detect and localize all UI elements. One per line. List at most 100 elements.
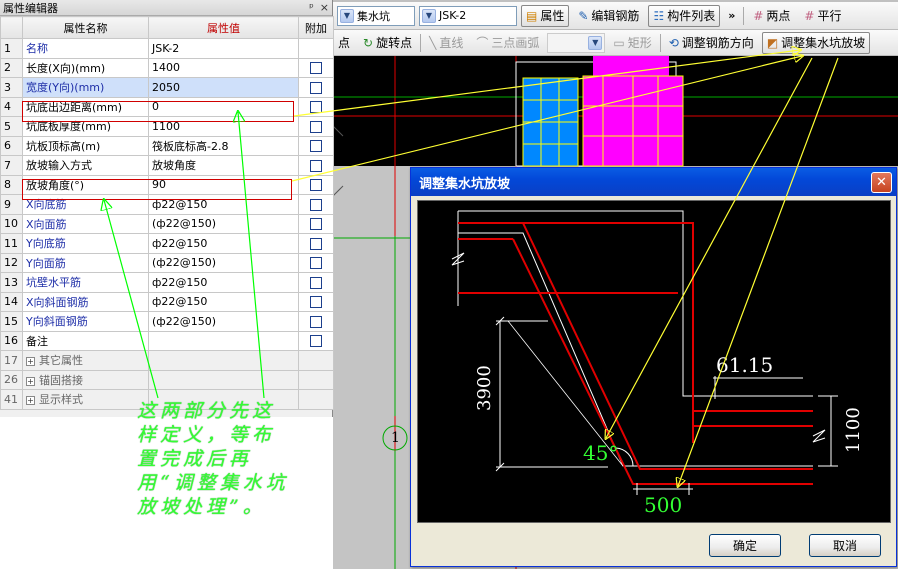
property-row[interactable]: 5 坑底板厚度(mm) 1100 [0, 116, 334, 137]
property-value[interactable]: 放坡角度 [148, 155, 299, 176]
property-value[interactable]: ф22@150 [148, 291, 299, 312]
edit-rebar-button[interactable]: ✎ 编辑钢筋 [573, 5, 644, 27]
attach-checkbox[interactable] [310, 120, 322, 133]
property-row[interactable]: 13 坑壁水平筋 ф22@150 [0, 272, 334, 293]
property-row[interactable]: 15 Y向斜面钢筋 (ф22@150) [0, 311, 334, 332]
property-row[interactable]: 4 坑底出边距离(mm) 0 [0, 96, 334, 117]
list-icon: ☷ [653, 8, 665, 23]
property-row[interactable]: 7 放坡输入方式 放坡角度 [0, 155, 334, 176]
component-name-select[interactable]: ▼ JSK-2 [419, 5, 517, 26]
direction-icon: ⟲ [668, 35, 679, 50]
draw-mode-select[interactable]: ▼ [547, 32, 606, 53]
property-row[interactable]: 16 备注 [0, 330, 334, 351]
attach-checkbox[interactable] [310, 218, 322, 231]
close-icon[interactable]: × [320, 1, 329, 14]
rectangle-button[interactable]: ▭ 矩形 [608, 32, 656, 54]
property-value[interactable]: JSK-2 [148, 38, 299, 59]
slope-section-drawing [451, 210, 838, 495]
property-row[interactable]: 8 放坡角度(°) 90 [0, 174, 334, 195]
attach-cell [298, 116, 334, 137]
property-name: 放坡输入方式 [22, 155, 149, 176]
adjust-pit-slope-button[interactable]: ◩ 调整集水坑放坡 [761, 31, 871, 54]
property-value[interactable]: 90 [148, 174, 299, 195]
adjust-rebar-direction-button[interactable]: ⟲ 调整钢筋方向 [664, 32, 759, 54]
attach-checkbox[interactable] [310, 101, 322, 114]
pin-icon[interactable]: ᵖ [309, 1, 314, 14]
property-row[interactable]: 10 X向面筋 (ф22@150) [0, 213, 334, 234]
component-list-button[interactable]: ☷ 构件列表 [648, 4, 721, 27]
property-value[interactable]: (ф22@150) [148, 252, 299, 273]
property-row[interactable]: 14 X向斜面钢筋 ф22@150 [0, 291, 334, 312]
property-name: 长度(X向)(mm) [22, 57, 149, 78]
property-row[interactable]: 2 长度(X向)(mm) 1400 [0, 57, 334, 78]
attach-checkbox[interactable] [310, 62, 322, 75]
property-value[interactable]: ф22@150 [148, 272, 299, 293]
row-number: 1 [0, 38, 23, 59]
property-row[interactable]: 9 X向底筋 ф22@150 [0, 194, 334, 215]
property-value[interactable] [148, 330, 299, 351]
rotate-point-button[interactable]: ↻ 旋转点 [358, 32, 417, 54]
property-value[interactable]: 2050 [148, 77, 299, 98]
two-point-button[interactable]: # 两点 [748, 5, 795, 27]
attach-cell [298, 57, 334, 78]
component-type-select[interactable]: ▼ 集水坑 [337, 5, 415, 26]
dialog-close-button[interactable]: ✕ [871, 171, 892, 193]
attach-checkbox[interactable] [310, 81, 322, 94]
property-group-row[interactable]: 17 + 其它属性 [0, 350, 334, 371]
property-value[interactable]: (ф22@150) [148, 213, 299, 234]
property-group-row[interactable]: 26 + 锚固搭接 [0, 369, 334, 390]
app-root: 1 ▼ 集水坑 ▼ JSK-2 ▤ 属性 ✎ 编辑钢筋 ☷ 构件列表 » # 两… [0, 0, 898, 569]
attach-checkbox[interactable] [310, 159, 322, 172]
attach-checkbox[interactable] [310, 296, 322, 309]
row-number: 10 [0, 213, 23, 234]
property-row[interactable]: 3 宽度(Y向)(mm) 2050 [0, 77, 334, 98]
property-name: X向底筋 [22, 194, 149, 215]
property-value[interactable]: 筏板底标高-2.8 [148, 135, 299, 156]
attach-checkbox[interactable] [310, 276, 322, 289]
property-value[interactable]: 0 [148, 96, 299, 117]
property-row[interactable]: 1 名称 JSK-2 [0, 38, 334, 59]
row-number: 11 [0, 233, 23, 254]
attach-checkbox[interactable] [310, 198, 322, 211]
property-value[interactable]: (ф22@150) [148, 311, 299, 332]
slope-angle-label: 45° [583, 441, 619, 465]
property-name: 坑壁水平筋 [22, 272, 149, 293]
property-value[interactable]: 1100 [148, 116, 299, 137]
property-value[interactable]: ф22@150 [148, 233, 299, 254]
header-property-value: 属性值 [148, 16, 299, 39]
group-value [148, 369, 299, 390]
expand-plus-icon[interactable]: + [26, 357, 35, 367]
property-name: 宽度(Y向)(mm) [22, 77, 149, 98]
point-button[interactable]: 点 [337, 32, 355, 54]
row-number: 3 [0, 77, 23, 98]
cancel-button[interactable]: 取消 [809, 534, 881, 557]
property-group-name: + 其它属性 [22, 350, 149, 371]
line-button[interactable]: ╲ 直线 [424, 32, 468, 54]
three-point-arc-button[interactable]: ⌒ 三点画弧 [471, 32, 544, 54]
property-name: 坑板顶标高(m) [22, 135, 149, 156]
expand-plus-icon[interactable]: + [26, 376, 35, 386]
expand-plus-icon[interactable]: + [26, 396, 35, 406]
row-number: 13 [0, 272, 23, 293]
property-name: 坑底出边距离(mm) [22, 96, 149, 117]
ok-button[interactable]: 确定 [709, 534, 781, 557]
attach-checkbox[interactable] [310, 257, 322, 270]
property-row[interactable]: 12 Y向面筋 (ф22@150) [0, 252, 334, 273]
attach-checkbox[interactable] [310, 315, 322, 328]
property-row[interactable]: 11 Y向底筋 ф22@150 [0, 233, 334, 254]
attach-cell [298, 194, 334, 215]
group-label: 显示样式 [39, 393, 83, 407]
attach-checkbox[interactable] [310, 140, 322, 153]
toolbar-draw: 点 ↻ 旋转点 ╲ 直线 ⌒ 三点画弧 ▼ ▭ 矩形 ⟲ 调整钢筋方向 ◩ 调整… [333, 30, 898, 56]
properties-button[interactable]: ▤ 属性 [521, 4, 570, 27]
toolbar-overflow-button[interactable]: » [724, 9, 739, 22]
property-value[interactable]: 1400 [148, 57, 299, 78]
property-row[interactable]: 6 坑板顶标高(m) 筏板底标高-2.8 [0, 135, 334, 156]
property-value[interactable]: ф22@150 [148, 194, 299, 215]
attach-checkbox[interactable] [310, 179, 322, 192]
attach-checkbox[interactable] [310, 335, 322, 348]
attach-checkbox[interactable] [310, 237, 322, 250]
attach-cell [298, 330, 334, 351]
parallel-button[interactable]: # 平行 [799, 5, 846, 27]
attach-cell [298, 213, 334, 234]
